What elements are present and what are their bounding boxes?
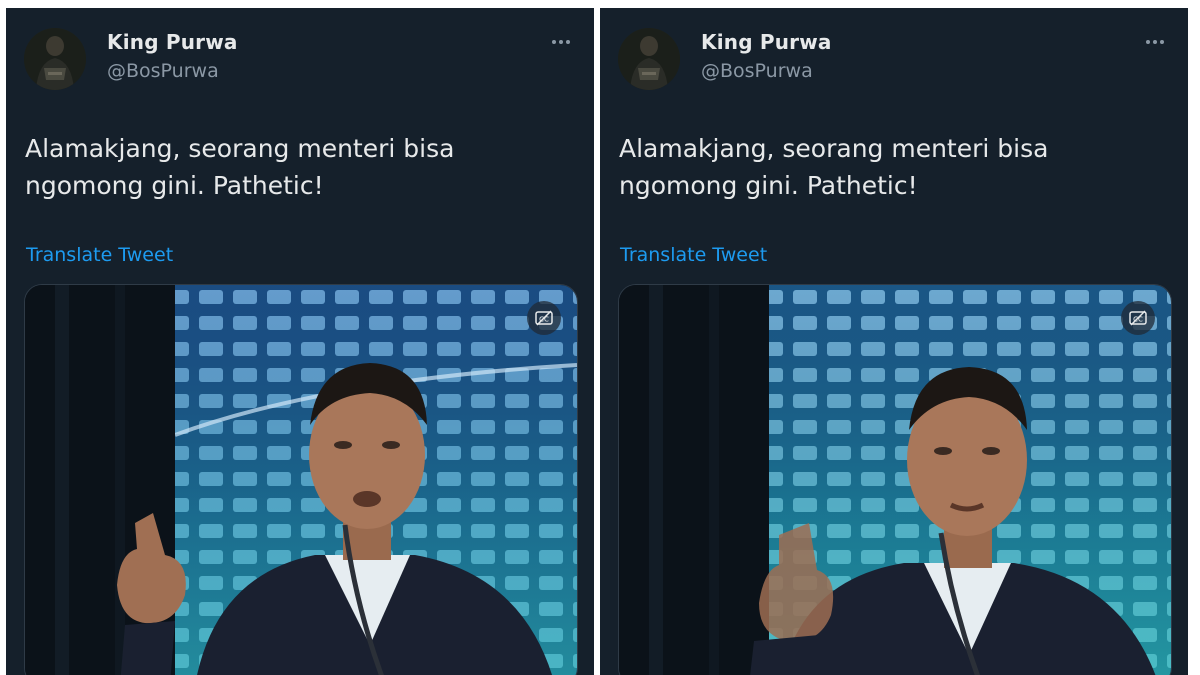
more-options-icon[interactable] — [1140, 30, 1170, 54]
tweet-card[interactable]: King Purwa @BosPurwa Alamakjang, seorang… — [600, 8, 1188, 675]
tweet-card[interactable]: King Purwa @BosPurwa Alamakjang, seorang… — [6, 8, 594, 675]
more-options-icon[interactable] — [546, 30, 576, 54]
captions-off-icon[interactable]: CC — [527, 301, 561, 335]
translate-tweet-link[interactable]: Translate Tweet — [620, 244, 767, 266]
display-name[interactable]: King Purwa — [107, 30, 238, 54]
user-handle[interactable]: @BosPurwa — [701, 60, 813, 82]
avatar[interactable] — [24, 28, 86, 90]
tweet-text: Alamakjang, seorang menteri bisa ngomong… — [619, 134, 1049, 200]
avatar[interactable] — [618, 28, 680, 90]
user-handle[interactable]: @BosPurwa — [107, 60, 219, 82]
tweet-video[interactable]: CC — [24, 284, 578, 675]
captions-off-icon[interactable]: CC — [1121, 301, 1155, 335]
tweet-text: Alamakjang, seorang menteri bisa ngomong… — [25, 134, 455, 200]
translate-tweet-link[interactable]: Translate Tweet — [26, 244, 173, 266]
tweet-video[interactable]: CC — [618, 284, 1172, 675]
display-name[interactable]: King Purwa — [701, 30, 832, 54]
